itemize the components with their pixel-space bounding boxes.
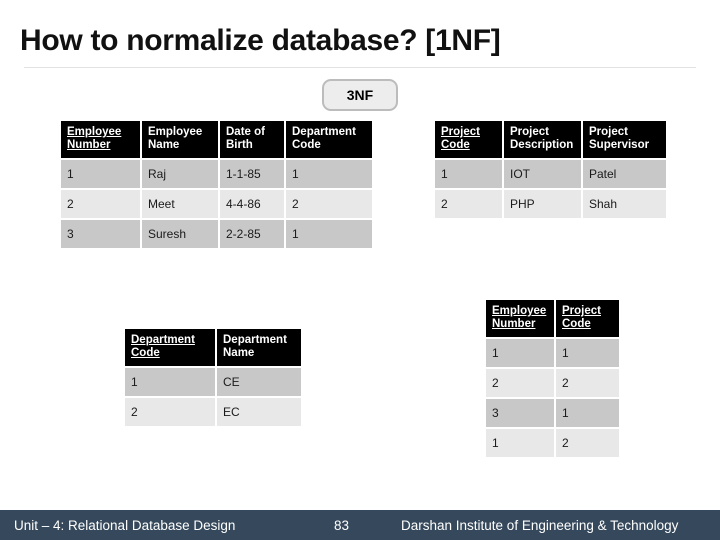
column-header-line1: Employee	[148, 126, 203, 138]
column-header-project-code: Project Code	[435, 121, 502, 158]
table-cell: Shah	[583, 190, 666, 218]
table-header-row: Department Code Department Name	[125, 329, 301, 366]
page-title: How to normalize database? [1NF]	[20, 24, 501, 57]
column-header-employee-number: Employee Number	[486, 300, 554, 337]
column-header-line1: Project	[510, 126, 549, 138]
table-row: 2 2	[486, 369, 619, 397]
employee-project-table: Employee Number Project Code 1 1 2 2 3 1…	[484, 298, 621, 459]
column-header-line1: Employee	[492, 305, 547, 317]
table-cell: 2	[486, 369, 554, 397]
column-header-line2: Number	[492, 318, 536, 330]
table-cell: 3	[61, 220, 140, 248]
employee-table: Employee Number Employee Name Date of Bi…	[59, 119, 374, 250]
table-header-row: Employee Number Employee Name Date of Bi…	[61, 121, 372, 158]
table-cell: EC	[217, 398, 301, 426]
table-row: 1 2	[486, 429, 619, 457]
slide-footer: Unit – 4: Relational Database Design 83 …	[0, 510, 720, 540]
column-header-line1: Date of	[226, 126, 265, 138]
column-header-line1: Project	[589, 126, 628, 138]
table-cell: 2	[435, 190, 502, 218]
column-header-line1: Project	[562, 305, 601, 317]
footer-page-number: 83	[334, 517, 350, 533]
column-header-department-name: Department Name	[217, 329, 301, 366]
table-cell: 4-4-86	[220, 190, 284, 218]
column-header-line2: Code	[131, 347, 160, 359]
column-header-line2: Code	[441, 139, 470, 151]
column-header-line1: Employee	[67, 126, 122, 138]
footer-institute-label: Darshan Institute of Engineering & Techn…	[401, 517, 679, 533]
column-header-department-code: Department Code	[286, 121, 372, 158]
column-header-line2: Name	[223, 347, 255, 359]
table-row: 3 1	[486, 399, 619, 427]
table-cell: Raj	[142, 160, 218, 188]
column-header-line2: Number	[67, 139, 111, 151]
table-cell: 1	[486, 339, 554, 367]
table-cell: Patel	[583, 160, 666, 188]
column-header-date-of-birth: Date of Birth	[220, 121, 284, 158]
column-header-employee-name: Employee Name	[142, 121, 218, 158]
table-cell: PHP	[504, 190, 581, 218]
column-header-line2: Name	[148, 139, 180, 151]
column-header-line1: Department	[223, 334, 287, 346]
column-header-line2: Code	[292, 139, 321, 151]
column-header-line1: Department	[131, 334, 195, 346]
table-cell: 1	[61, 160, 140, 188]
table-cell: Meet	[142, 190, 218, 218]
table-row: 1 IOT Patel	[435, 160, 666, 188]
column-header-project-supervisor: Project Supervisor	[583, 121, 666, 158]
table-cell: 1-1-85	[220, 160, 284, 188]
table-row: 2 EC	[125, 398, 301, 426]
table-cell: 1	[286, 160, 372, 188]
column-header-line1: Project	[441, 126, 480, 138]
project-table: Project Code Project Description Project…	[433, 119, 668, 220]
table-cell: 2	[125, 398, 215, 426]
table-cell: Suresh	[142, 220, 218, 248]
table-cell: 2	[286, 190, 372, 218]
department-table: Department Code Department Name 1 CE 2 E…	[123, 327, 303, 428]
table-header-row: Project Code Project Description Project…	[435, 121, 666, 158]
table-cell: CE	[217, 368, 301, 396]
column-header-line2: Description	[510, 139, 574, 151]
table-row: 2 Meet 4-4-86 2	[61, 190, 372, 218]
column-header-project-code: Project Code	[556, 300, 619, 337]
column-header-line1: Department	[292, 126, 356, 138]
table-cell: 1	[435, 160, 502, 188]
table-cell: 2-2-85	[220, 220, 284, 248]
table-header-row: Employee Number Project Code	[486, 300, 619, 337]
footer-unit-label: Unit – 4: Relational Database Design	[14, 517, 236, 533]
table-cell: 1	[556, 399, 619, 427]
title-divider	[24, 67, 696, 68]
column-header-employee-number: Employee Number	[61, 121, 140, 158]
table-cell: 1	[286, 220, 372, 248]
table-cell: 1	[486, 429, 554, 457]
column-header-line2: Supervisor	[589, 139, 650, 151]
column-header-project-description: Project Description	[504, 121, 581, 158]
table-cell: 2	[556, 429, 619, 457]
normal-form-badge: 3NF	[322, 79, 398, 111]
column-header-line2: Birth	[226, 139, 253, 151]
table-cell: 2	[556, 369, 619, 397]
table-cell: 1	[125, 368, 215, 396]
table-row: 1 CE	[125, 368, 301, 396]
table-row: 3 Suresh 2-2-85 1	[61, 220, 372, 248]
table-cell: 3	[486, 399, 554, 427]
column-header-department-code: Department Code	[125, 329, 215, 366]
table-cell: IOT	[504, 160, 581, 188]
column-header-line2: Code	[562, 318, 591, 330]
table-cell: 2	[61, 190, 140, 218]
table-row: 1 1	[486, 339, 619, 367]
table-row: 2 PHP Shah	[435, 190, 666, 218]
table-row: 1 Raj 1-1-85 1	[61, 160, 372, 188]
table-cell: 1	[556, 339, 619, 367]
